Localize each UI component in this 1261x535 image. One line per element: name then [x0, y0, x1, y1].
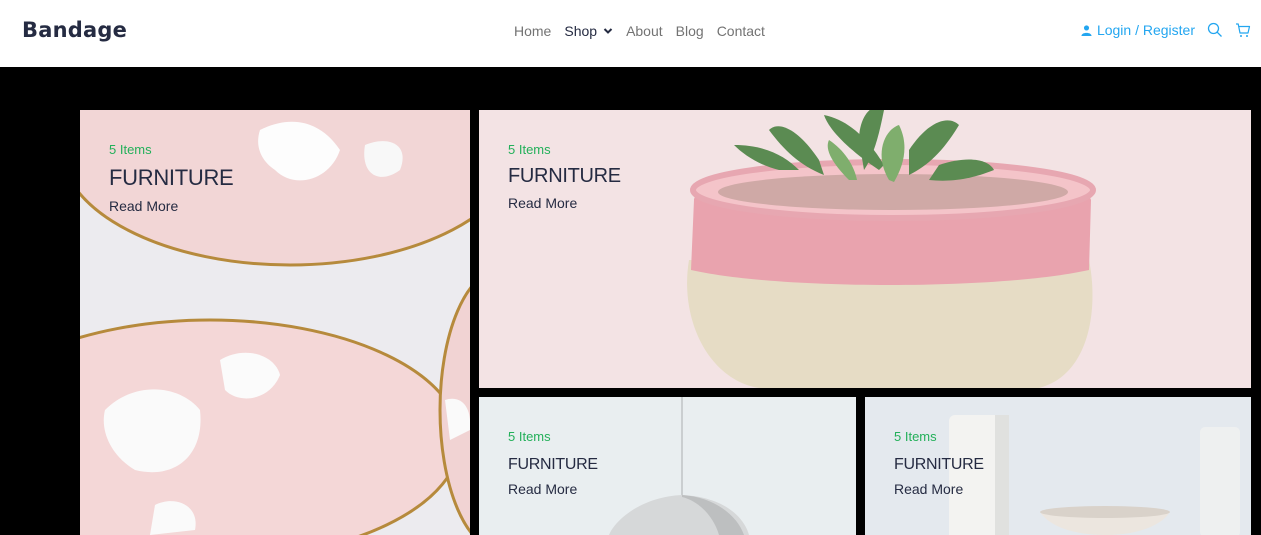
category-card-succulent[interactable]: 5 Items FURNITURE Read More [479, 110, 1251, 388]
read-more-link[interactable]: Read More [109, 198, 233, 214]
category-card-vases[interactable]: 5 Items FURNITURE Read More [865, 397, 1251, 535]
search-icon[interactable] [1207, 22, 1223, 38]
read-more-link[interactable]: Read More [894, 481, 984, 497]
header-actions: Login / Register [1081, 22, 1251, 38]
user-icon [1081, 24, 1092, 36]
category-card-lamp[interactable]: 5 Items FURNITURE Read More [479, 397, 856, 535]
card-title: FURNITURE [894, 456, 984, 473]
read-more-link[interactable]: Read More [508, 195, 621, 211]
card-text: 5 Items FURNITURE Read More [508, 429, 598, 497]
nav-shop[interactable]: Shop [564, 23, 613, 39]
items-count: 5 Items [508, 429, 551, 444]
card-title: FURNITURE [109, 165, 234, 190]
card-text: 5 Items FURNITURE Read More [109, 142, 234, 214]
cart-icon[interactable] [1235, 22, 1251, 38]
brand-logo[interactable]: Bandage [22, 18, 127, 42]
card-text: 5 Items FURNITURE Read More [894, 429, 984, 497]
login-register-label: Login / Register [1096, 22, 1195, 38]
nav-home[interactable]: Home [514, 23, 551, 39]
main-nav: Home Shop About Blog Contact [514, 23, 765, 39]
items-count: 5 Items [109, 142, 152, 157]
category-card-plates[interactable]: 5 Items FURNITURE Read More [80, 110, 470, 535]
card-title: FURNITURE [508, 456, 598, 473]
nav-blog[interactable]: Blog [676, 23, 704, 39]
chevron-down-icon [603, 28, 613, 34]
card-text: 5 Items FURNITURE Read More [508, 142, 621, 211]
nav-contact[interactable]: Contact [717, 23, 765, 39]
nav-about[interactable]: About [626, 23, 663, 39]
card-title: FURNITURE [508, 165, 621, 187]
nav-shop-label: Shop [564, 23, 598, 39]
login-register-link[interactable]: Login / Register [1081, 22, 1195, 38]
site-header: Bandage Home Shop About Blog Contact Log… [0, 0, 1261, 66]
items-count: 5 Items [508, 142, 551, 157]
items-count: 5 Items [894, 429, 937, 444]
category-hero: 5 Items FURNITURE Read More 5 Items FURN… [0, 67, 1261, 535]
read-more-link[interactable]: Read More [508, 481, 598, 497]
